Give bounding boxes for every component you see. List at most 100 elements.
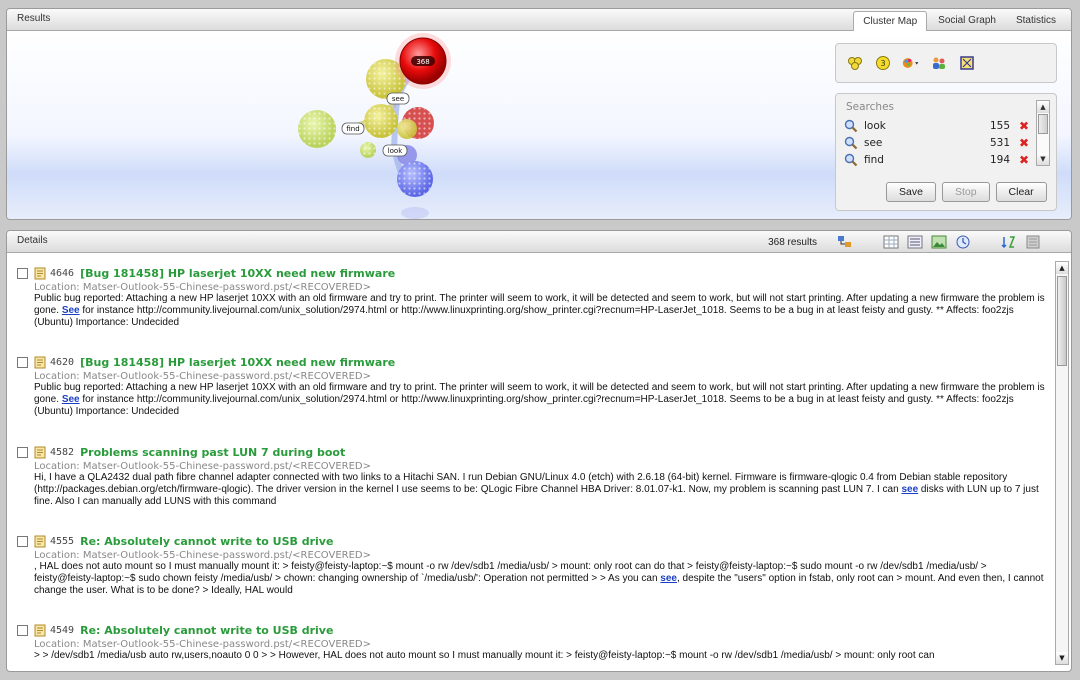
- magnifier-icon: [844, 119, 858, 133]
- item-checkbox[interactable]: [17, 535, 28, 547]
- cluster-label-find[interactable]: find: [346, 125, 359, 133]
- scroll-thumb[interactable]: [1057, 276, 1067, 366]
- item-title[interactable]: [Bug 181458] HP laserjet 10XX need new f…: [80, 267, 395, 280]
- item-body: > > /dev/sdb1 /media/usb auto rw,users,n…: [34, 650, 935, 661]
- users-icon[interactable]: [930, 54, 948, 72]
- search-row-look[interactable]: look 155 ✖: [844, 118, 1030, 134]
- cluster-view-icon[interactable]: [846, 54, 864, 72]
- cluster-map[interactable]: 368 see find look 3 Searches look 155 ✖ …: [7, 31, 1071, 220]
- cluster-toolbar: 3: [835, 43, 1057, 83]
- item-checkbox[interactable]: [17, 446, 28, 458]
- scroll-up-icon[interactable]: ▲: [1037, 101, 1049, 113]
- item-checkbox[interactable]: [17, 267, 28, 279]
- cluster-label-see[interactable]: see: [392, 95, 404, 103]
- item-checkbox[interactable]: [17, 356, 28, 368]
- list-item[interactable]: 4646 [Bug 181458] HP laserjet 10XX need …: [17, 265, 1049, 329]
- results-count: 368 results: [768, 236, 817, 248]
- timeline-icon[interactable]: [955, 235, 971, 249]
- item-id: 4549: [50, 624, 75, 636]
- highlight-link[interactable]: see: [660, 573, 677, 584]
- hierarchy-icon[interactable]: [837, 235, 853, 249]
- cluster-top-count: 368: [416, 58, 429, 66]
- document-icon: [34, 267, 46, 279]
- details-header: Details 368 results: [7, 231, 1071, 253]
- search-row-find[interactable]: find 194 ✖: [844, 152, 1030, 168]
- search-term: look: [864, 120, 886, 132]
- magnifier-icon: [844, 153, 858, 167]
- export-icon[interactable]: [1025, 235, 1041, 249]
- item-body: Public bug reported: Attaching a new HP …: [34, 293, 1045, 328]
- tab-statistics[interactable]: Statistics: [1007, 11, 1065, 32]
- image-view-icon[interactable]: [931, 235, 947, 249]
- list-item[interactable]: 4549 Re: Absolutely cannot write to USB …: [17, 622, 1049, 662]
- item-title[interactable]: Re: Absolutely cannot write to USB drive: [80, 624, 333, 637]
- scroll-down-icon[interactable]: ▼: [1037, 153, 1049, 165]
- scroll-thumb[interactable]: [1038, 114, 1048, 134]
- item-checkbox[interactable]: [17, 624, 28, 636]
- details-title: Details: [17, 235, 48, 246]
- item-body: Public bug reported: Attaching a new HP …: [34, 382, 1045, 417]
- item-location: Location: Matser-Outlook-55-Chinese-pass…: [34, 550, 372, 561]
- highlight-link[interactable]: See: [62, 394, 80, 405]
- list-item[interactable]: 4620 [Bug 181458] HP laserjet 10XX need …: [17, 354, 1049, 418]
- searches-buttons: Save Stop Clear: [886, 182, 1047, 202]
- search-count: 531: [989, 137, 1010, 149]
- magnifier-icon: [844, 136, 858, 150]
- results-panel: Results Cluster Map Social Graph Statist…: [6, 8, 1072, 220]
- document-icon: [34, 356, 46, 368]
- search-count: 194: [989, 154, 1010, 166]
- search-count: 155: [989, 120, 1010, 132]
- count-badge-icon[interactable]: 3: [874, 54, 892, 72]
- cluster-map-graphic[interactable]: 368 see find look: [277, 31, 497, 220]
- details-scrollbar[interactable]: ▲ ▼: [1055, 261, 1069, 665]
- delete-icon[interactable]: ✖: [1018, 136, 1030, 150]
- delete-icon[interactable]: ✖: [1018, 119, 1030, 133]
- results-title: Results: [17, 13, 51, 24]
- searches-title: Searches: [846, 101, 895, 113]
- document-icon: [34, 535, 46, 547]
- item-id: 4582: [50, 446, 75, 458]
- search-term: find: [864, 154, 884, 166]
- list-item[interactable]: 4555 Re: Absolutely cannot write to USB …: [17, 533, 1049, 597]
- tab-social-graph[interactable]: Social Graph: [929, 11, 1005, 32]
- stop-button[interactable]: Stop: [941, 182, 990, 202]
- grid-view-icon[interactable]: [883, 235, 899, 249]
- item-title[interactable]: [Bug 181458] HP laserjet 10XX need new f…: [80, 356, 395, 369]
- save-button[interactable]: Save: [886, 182, 936, 202]
- scroll-up-icon[interactable]: ▲: [1056, 262, 1068, 274]
- searches-scrollbar[interactable]: ▲ ▼: [1036, 100, 1050, 166]
- sort-icon[interactable]: [1001, 235, 1017, 249]
- item-body: , HAL does not auto mount so I must manu…: [34, 561, 1044, 596]
- results-header: Results Cluster Map Social Graph Statist…: [7, 9, 1071, 32]
- results-list: 4646 [Bug 181458] HP laserjet 10XX need …: [7, 253, 1053, 671]
- delete-icon[interactable]: ✖: [1018, 153, 1030, 167]
- document-icon: [34, 624, 46, 636]
- svg-text:3: 3: [880, 59, 885, 68]
- document-icon: [34, 446, 46, 458]
- item-title[interactable]: Problems scanning past LUN 7 during boot: [80, 446, 345, 459]
- details-panel: Details 368 results 4646 [Bug 181458] HP…: [6, 230, 1072, 672]
- list-item[interactable]: 4582 Problems scanning past LUN 7 during…: [17, 444, 1049, 508]
- highlight-link[interactable]: see: [901, 484, 918, 495]
- search-term: see: [864, 137, 883, 149]
- item-title[interactable]: Re: Absolutely cannot write to USB drive: [80, 535, 333, 548]
- list-view-icon[interactable]: [907, 235, 923, 249]
- color-palette-icon[interactable]: [902, 54, 920, 72]
- fit-view-icon[interactable]: [958, 54, 976, 72]
- results-tabs: Cluster Map Social Graph Statistics: [853, 11, 1065, 32]
- item-location: Location: Matser-Outlook-55-Chinese-pass…: [34, 371, 372, 382]
- item-location: Location: Matser-Outlook-55-Chinese-pass…: [34, 282, 372, 293]
- item-id: 4620: [50, 356, 75, 368]
- searches-box: Searches look 155 ✖ see 531 ✖ find 194 ✖…: [835, 93, 1057, 211]
- item-body: Hi, I have a QLA2432 dual path fibre cha…: [34, 472, 1039, 507]
- item-id: 4646: [50, 267, 75, 279]
- item-location: Location: Matser-Outlook-55-Chinese-pass…: [34, 639, 372, 650]
- scroll-down-icon[interactable]: ▼: [1056, 652, 1068, 664]
- item-id: 4555: [50, 535, 75, 547]
- clear-button[interactable]: Clear: [995, 182, 1047, 202]
- cluster-label-look[interactable]: look: [388, 147, 404, 155]
- highlight-link[interactable]: See: [62, 305, 80, 316]
- details-toolbar: 368 results: [768, 235, 1041, 249]
- search-row-see[interactable]: see 531 ✖: [844, 135, 1030, 151]
- tab-cluster-map[interactable]: Cluster Map: [853, 11, 928, 32]
